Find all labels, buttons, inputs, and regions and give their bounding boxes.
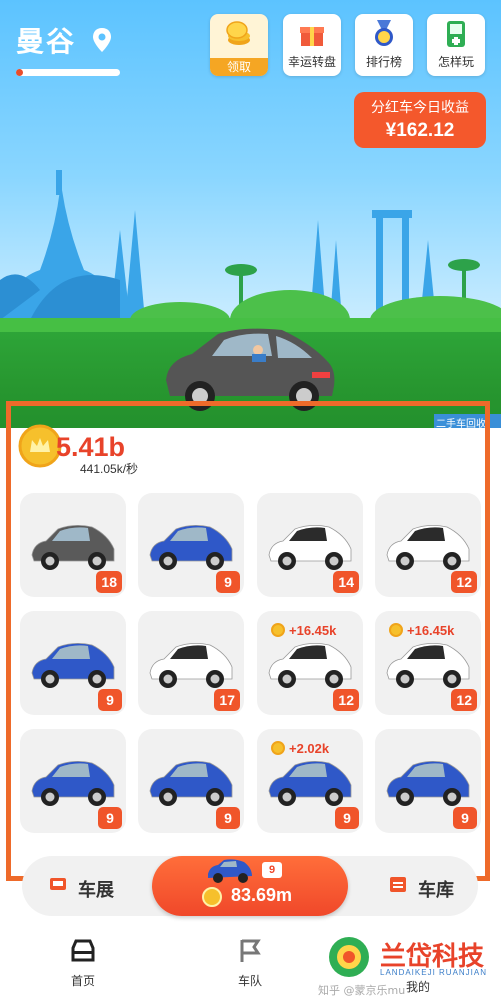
nav-fleet[interactable]: 车队 — [220, 938, 280, 989]
highlight-frame — [6, 401, 490, 881]
lucky-wheel-button[interactable]: 幸运转盘 — [283, 14, 341, 76]
nav-home[interactable]: 首页 — [53, 938, 113, 989]
location-pin-icon — [93, 28, 111, 52]
buy-car-price: 83.69m — [231, 885, 293, 905]
how-to-play-button[interactable]: 怎样玩 — [427, 14, 485, 76]
earnings-value: ¥162.12 — [385, 120, 455, 141]
medal-icon — [375, 20, 393, 46]
flag-icon — [240, 939, 261, 962]
coin-stack-icon — [226, 21, 250, 45]
garage-button[interactable]: 车库 — [418, 876, 454, 902]
watermark-subtitle: LANDAIKEJI RUANJIAN — [380, 968, 488, 977]
car-show-button[interactable]: 车展 — [78, 876, 114, 902]
buy-car-thumbnail — [208, 859, 252, 883]
earnings-title: 分红车今日收益 — [371, 100, 469, 116]
city-progress-bar — [16, 69, 120, 76]
gift-box-icon — [300, 27, 324, 46]
nav-fleet-label: 车队 — [237, 974, 262, 988]
dividend-earnings-button[interactable]: 分红车今日收益 ¥162.12 — [354, 92, 486, 148]
garage-icon — [390, 877, 406, 892]
leaderboard-label: 排行榜 — [365, 55, 402, 69]
lucky-wheel-label: 幸运转盘 — [287, 55, 336, 69]
car-show-icon — [50, 878, 66, 890]
city-name: 曼谷 — [16, 25, 77, 58]
leaderboard-button[interactable]: 排行榜 — [355, 14, 413, 76]
nav-home-label: 首页 — [70, 974, 95, 988]
coin-icon — [202, 887, 222, 907]
city-skyline — [0, 170, 501, 330]
game-console-icon — [447, 21, 465, 47]
watermark-source: 知乎 @蒙京乐mu — [318, 984, 406, 997]
how-to-play-label: 怎样玩 — [437, 55, 474, 69]
claim-label: 领取 — [210, 58, 268, 76]
car-front-icon — [71, 939, 95, 962]
city-progress-fill — [16, 69, 23, 76]
buy-car-level: 9 — [262, 862, 282, 878]
claim-button[interactable]: 领取 — [210, 14, 268, 76]
company-logo — [329, 937, 369, 977]
